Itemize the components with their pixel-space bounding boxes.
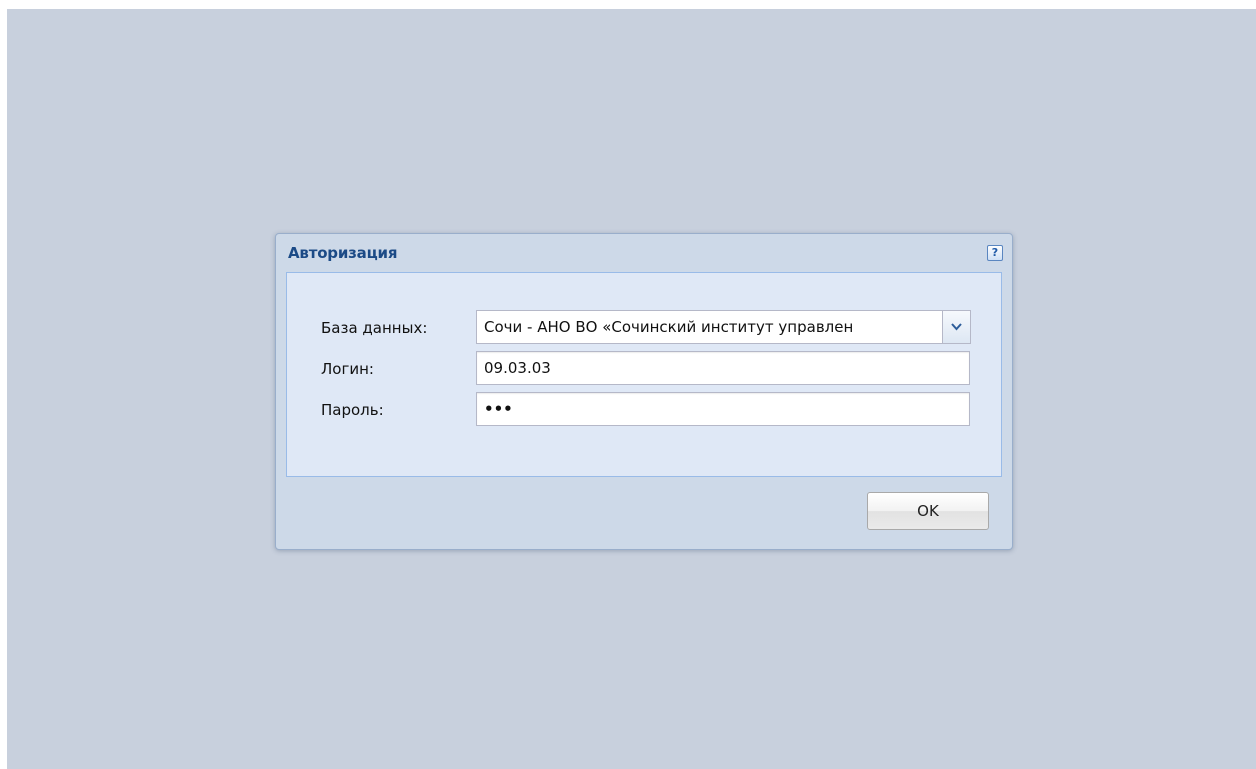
help-icon[interactable]: ? [987, 245, 1003, 261]
password-row: Пароль: ••• [287, 392, 1001, 428]
database-label: База данных: [321, 319, 428, 337]
dropdown-trigger[interactable] [942, 311, 970, 343]
database-row: База данных: Сочи - АНО ВО «Сочинский ин… [287, 310, 1001, 346]
dialog-titlebar[interactable]: Авторизация ? [276, 234, 1012, 272]
login-dialog: Авторизация ? База данных: Сочи - АНО ВО… [275, 233, 1013, 550]
chevron-down-icon [951, 323, 962, 331]
login-input[interactable]: 09.03.03 [476, 351, 970, 385]
database-select[interactable]: Сочи - АНО ВО «Сочинский институт управл… [476, 310, 971, 344]
password-label: Пароль: [321, 401, 384, 419]
form-panel: База данных: Сочи - АНО ВО «Сочинский ин… [286, 272, 1002, 477]
ok-button[interactable]: OK [867, 492, 989, 530]
database-select-value: Сочи - АНО ВО «Сочинский институт управл… [484, 318, 854, 336]
password-input[interactable]: ••• [476, 392, 970, 426]
dialog-title: Авторизация [288, 244, 398, 262]
login-label: Логин: [321, 360, 374, 378]
login-row: Логин: 09.03.03 [287, 351, 1001, 387]
